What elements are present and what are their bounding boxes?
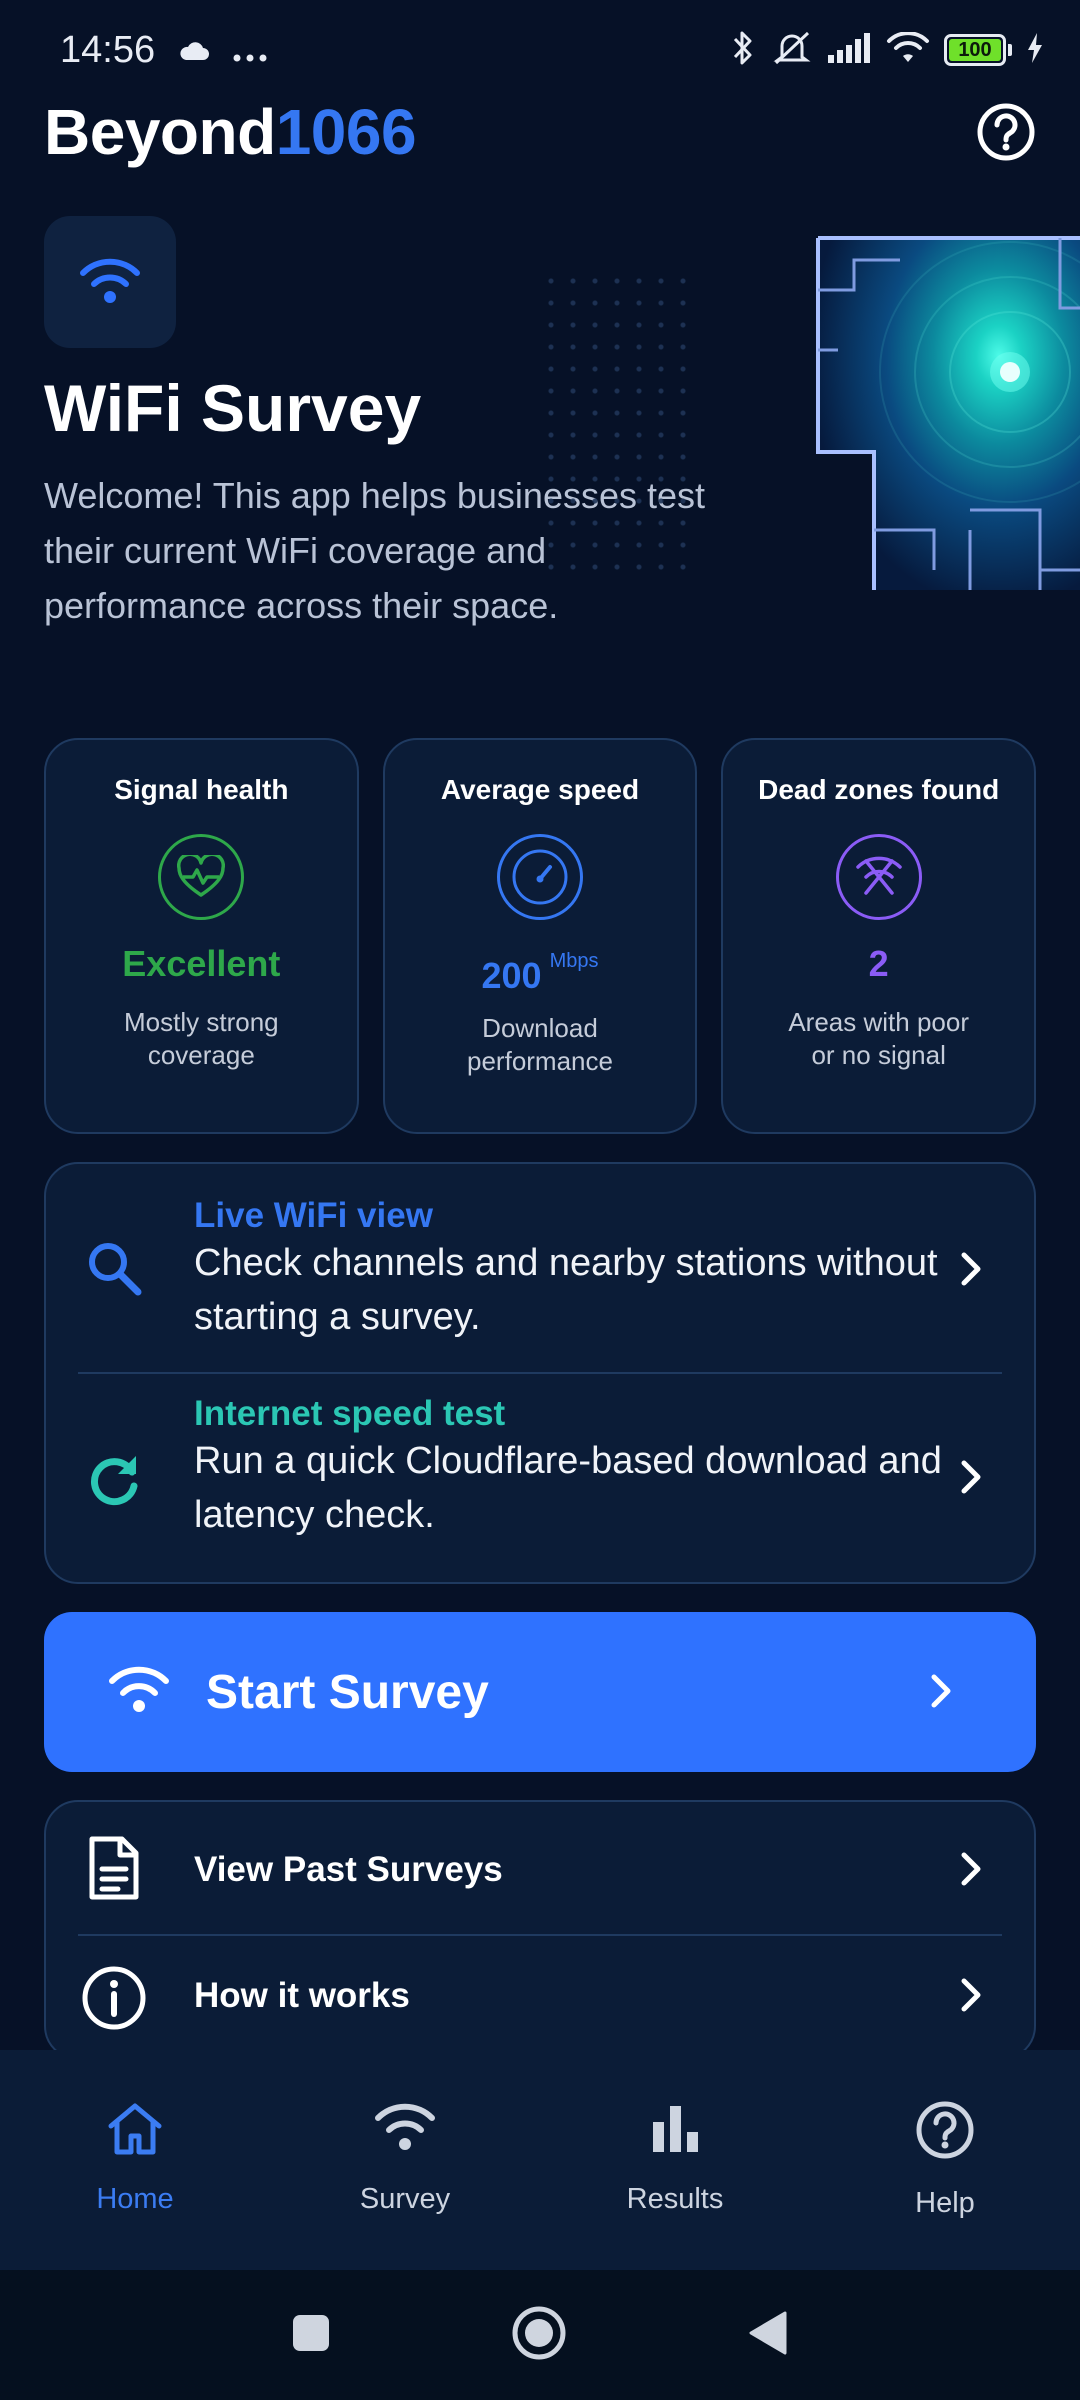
- refresh-icon: [78, 1444, 150, 1516]
- stat-title: Signal health: [114, 774, 289, 805]
- bottom-navigation: Home Survey Results Help: [0, 2050, 1080, 2270]
- heart-pulse-icon: [158, 834, 245, 920]
- battery-icon: 100: [944, 34, 1012, 66]
- stat-value: Excellent: [122, 938, 280, 990]
- stat-value: 2: [869, 938, 889, 990]
- signal-health-value: Excellent: [122, 943, 281, 984]
- wifi-icon: [373, 2100, 437, 2161]
- row-kicker: Internet speed test: [194, 1394, 506, 1433]
- page-title: WiFi Survey: [44, 371, 422, 445]
- status-bar: 14:56 100: [0, 0, 1080, 100]
- stat-card-average-speed: Average speed 200 Mbps Download performan…: [382, 738, 698, 1134]
- wifi-icon: [886, 30, 930, 69]
- cloud-icon: [177, 29, 211, 72]
- app-header: Beyond1066: [44, 92, 1036, 172]
- no-signal-icon: [835, 834, 922, 920]
- search-icon: [78, 1232, 150, 1304]
- status-time: 14:56: [60, 28, 156, 71]
- stat-title: Average speed: [440, 774, 640, 805]
- speedometer-icon: [497, 834, 583, 920]
- nav-results[interactable]: Results: [540, 2050, 810, 2270]
- stat-subtitle: Mostly strong coverage: [124, 1007, 279, 1070]
- cellular-signal-icon: [828, 32, 872, 68]
- secondary-actions-card: View Past Surveys How it works: [44, 1800, 1036, 2060]
- chevron-right-icon: [954, 1460, 988, 1494]
- row-description: Run a quick Cloudflare-based download an…: [194, 1440, 942, 1536]
- stat-title: Dead zones found: [758, 774, 1000, 805]
- charging-icon: [1026, 32, 1044, 68]
- brand-accent: 1066: [275, 96, 417, 168]
- help-circle-icon[interactable]: [976, 102, 1036, 162]
- stat-card-dead-zones: Dead zones found 2 Areas with poor or no…: [721, 738, 1037, 1134]
- back-button[interactable]: [747, 2309, 789, 2362]
- live-wifi-view-row[interactable]: Live WiFi view Check channels and nearby…: [46, 1164, 1034, 1372]
- stat-subtitle: Areas with poor or no signal: [788, 1007, 969, 1070]
- bar-chart-icon: [645, 2100, 705, 2161]
- start-survey-label: Start Survey: [206, 1665, 489, 1719]
- speed-unit: Mbps: [549, 950, 599, 972]
- bluetooth-icon: [730, 29, 756, 72]
- more-icon: [233, 29, 267, 72]
- nav-label: Survey: [359, 2183, 451, 2215]
- view-past-surveys-label: View Past Surveys: [194, 1850, 503, 1889]
- start-survey-button[interactable]: Start Survey: [44, 1612, 1036, 1772]
- nav-label: Home: [96, 2183, 174, 2215]
- wifi-icon: [108, 1664, 170, 1719]
- stats-row: Signal health Excellent Mostly strong co…: [44, 738, 1037, 1134]
- home-icon: [105, 2100, 165, 2161]
- how-it-works-row[interactable]: How it works: [46, 1936, 1034, 2060]
- document-icon: [78, 1832, 150, 1904]
- nav-home[interactable]: Home: [0, 2050, 270, 2270]
- row-kicker: Live WiFi view: [194, 1196, 433, 1235]
- how-it-works-label: How it works: [194, 1976, 410, 2015]
- chevron-right-icon: [954, 1252, 988, 1286]
- stat-subtitle: Download performance: [467, 1013, 613, 1076]
- decorative-dots: [540, 270, 700, 570]
- nav-help[interactable]: Help: [810, 2050, 1080, 2270]
- chevron-right-icon: [954, 1852, 988, 1886]
- muted-icon: [770, 29, 814, 72]
- dead-zones-value: 2: [868, 943, 889, 984]
- average-speed-value: 200: [481, 955, 542, 996]
- chevron-right-icon: [954, 1978, 988, 2012]
- stat-card-signal-health: Signal health Excellent Mostly strong co…: [44, 738, 359, 1134]
- internet-speed-test-row[interactable]: Internet speed test Run a quick Cloudfla…: [46, 1374, 1034, 1584]
- system-navigation-bar: [0, 2270, 1080, 2400]
- row-description: Check channels and nearby stations witho…: [194, 1242, 938, 1338]
- brand-name: Beyond: [44, 96, 276, 168]
- nav-label: Help: [915, 2187, 975, 2219]
- stat-value: 200 Mbps: [482, 950, 599, 1002]
- tools-card: Live WiFi view Check channels and nearby…: [44, 1162, 1036, 1584]
- heatmap-floorplan-illustration: [810, 230, 1080, 600]
- chevron-right-icon: [930, 1674, 952, 1713]
- nav-survey[interactable]: Survey: [270, 2050, 540, 2270]
- home-button[interactable]: [511, 2305, 567, 2366]
- view-past-surveys-row[interactable]: View Past Surveys: [46, 1802, 1034, 1934]
- hero-wifi-icon: [44, 216, 176, 348]
- recents-button[interactable]: [291, 2313, 331, 2358]
- nav-label: Results: [626, 2183, 724, 2215]
- brand-logo: Beyond1066: [44, 95, 417, 169]
- info-icon: [78, 1962, 150, 2034]
- help-circle-icon: [915, 2100, 975, 2165]
- battery-level: 100: [949, 39, 1001, 61]
